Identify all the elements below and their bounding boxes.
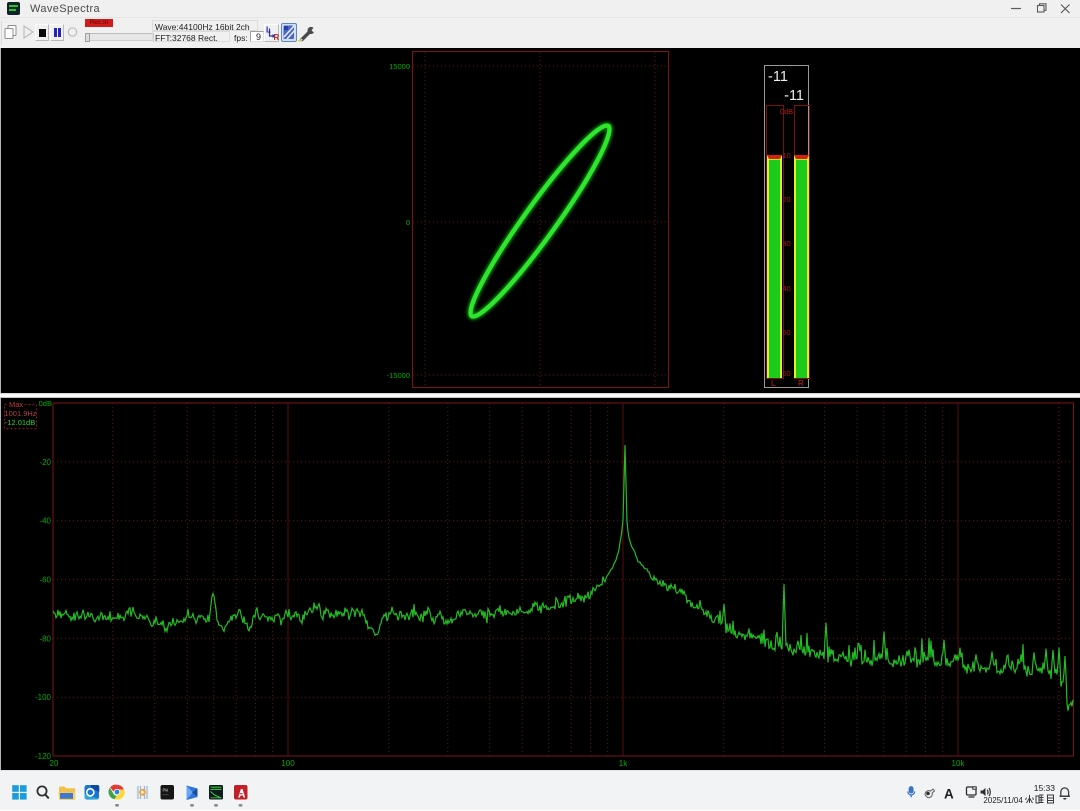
svg-text:15000: 15000 (389, 62, 410, 71)
svg-text:1k: 1k (619, 759, 628, 768)
svg-text:-12.01dB: -12.01dB (5, 418, 35, 427)
svg-text:Max: Max (9, 400, 23, 409)
svg-text:-100: -100 (35, 693, 52, 702)
svg-text:0: 0 (406, 218, 410, 227)
svg-text:-40: -40 (39, 517, 51, 526)
svg-text:R: R (274, 33, 280, 42)
svg-text:-15000: -15000 (387, 371, 410, 380)
svg-text:-60: -60 (39, 576, 51, 585)
svg-text:100: 100 (281, 759, 295, 768)
svg-text:20: 20 (50, 759, 59, 768)
svg-text:10k: 10k (952, 759, 966, 768)
svg-text:A: A (944, 787, 954, 802)
svg-text:1001.9Hz: 1001.9Hz (4, 409, 36, 418)
svg-text:0dB: 0dB (39, 399, 52, 408)
svg-text:-20: -20 (39, 458, 51, 467)
svg-text:-80: -80 (39, 634, 51, 643)
svg-text:L: L (266, 25, 271, 34)
svg-text:PW: PW (163, 788, 169, 794)
